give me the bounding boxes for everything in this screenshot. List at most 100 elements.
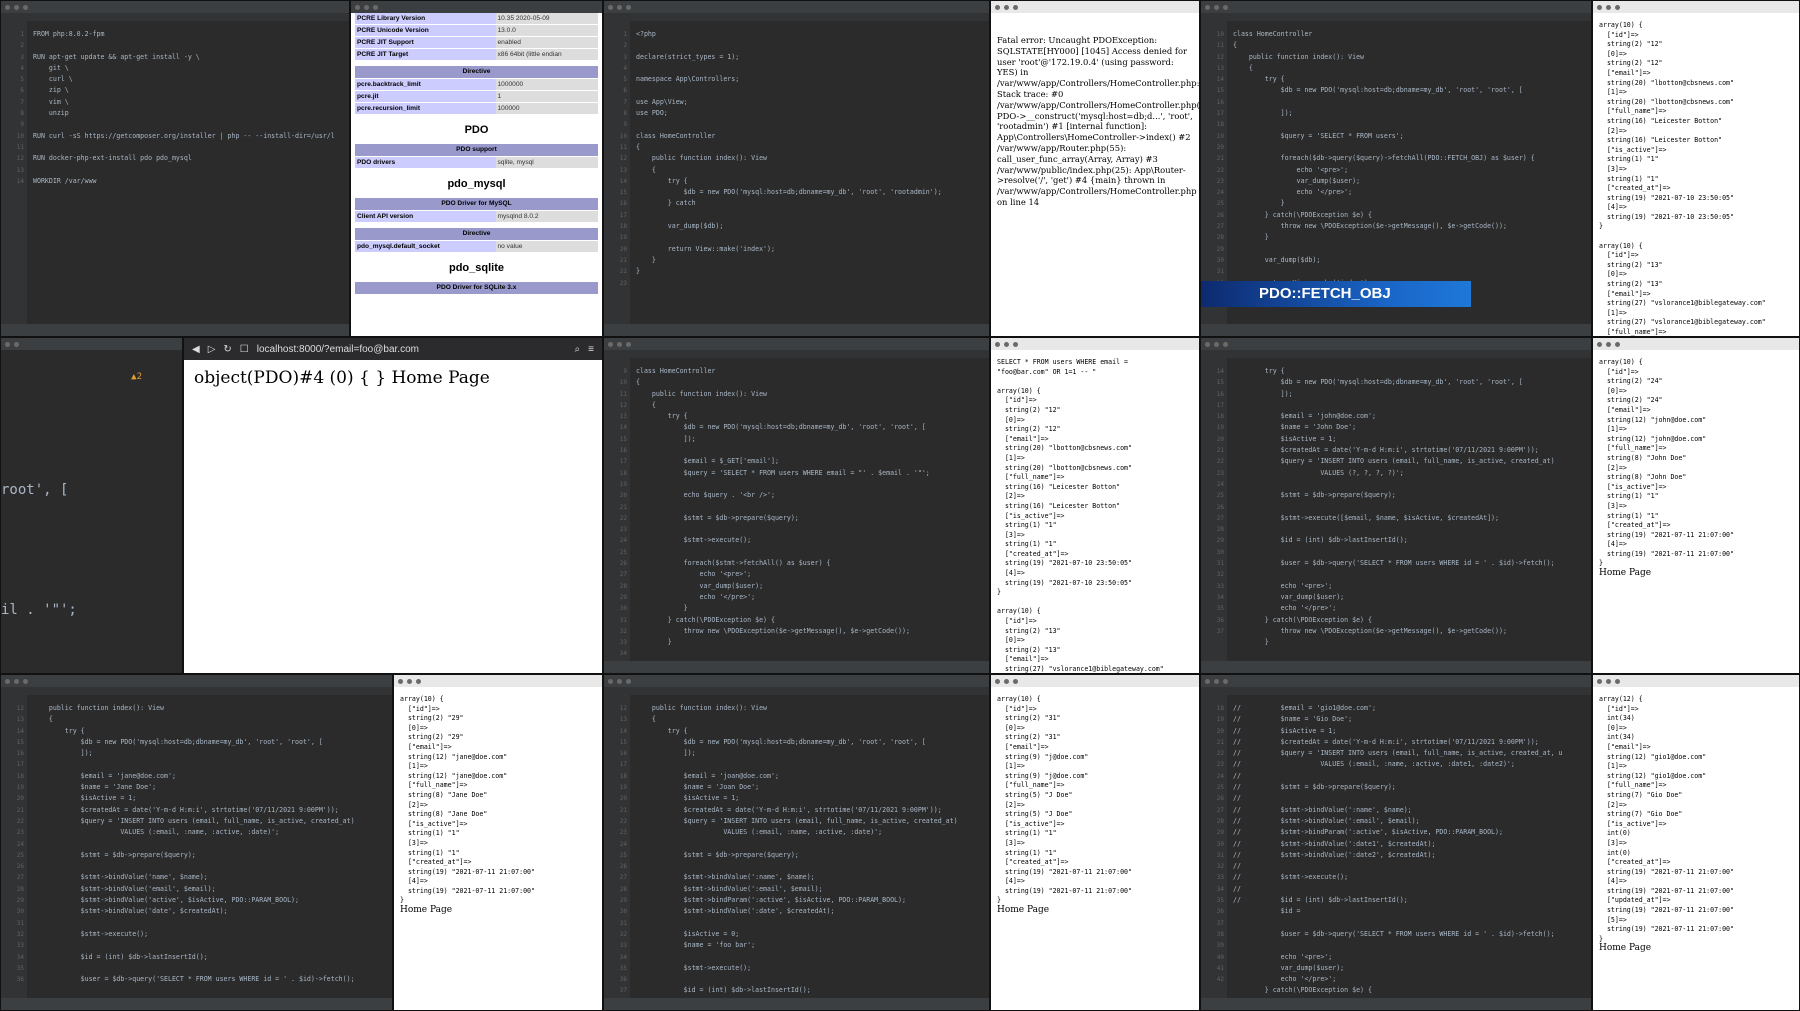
status-bar <box>604 998 989 1010</box>
editor-tabs[interactable] <box>604 13 989 21</box>
editor-tabs[interactable] <box>1 687 392 695</box>
zoomed-code: root', [ il . '"'; <box>1 482 77 618</box>
controller-editor-5: 12 13 14 15 16 17 18 19 20 21 22 23 24 2… <box>0 674 393 1011</box>
info-row: Client API version mysqlnd 8.0.2 <box>355 211 598 222</box>
ide-titlebar <box>604 675 989 687</box>
ide-titlebar <box>1 338 182 350</box>
search-icon[interactable]: ⌕ <box>575 344 581 355</box>
code-area[interactable]: try { $db = new PDO('mysql:host=db;dbnam… <box>1227 358 1591 661</box>
status-bar <box>1201 324 1591 336</box>
status-bar <box>604 661 989 673</box>
ide-titlebar <box>1 675 392 687</box>
line-gutter: 14 15 16 17 18 19 20 21 22 23 24 25 26 2… <box>1201 358 1227 661</box>
controller-editor-1: 1 2 3 4 5 6 7 8 9 10 11 12 13 14 15 16 1… <box>603 0 990 337</box>
line-gutter: 1 2 3 4 5 6 7 8 9 10 11 12 13 14 <box>1 21 27 324</box>
pdo-mysql-driver-header: PDO Driver for MySQL <box>355 198 598 210</box>
dump-browser-4: array(10) { ["id"]=> string(2) "29" [0]=… <box>393 674 603 1011</box>
status-bar <box>1201 998 1591 1010</box>
pdo-sqlite-driver-header: PDO Driver for SQLite 3.x <box>355 282 598 294</box>
line-gutter: 12 13 14 15 16 17 18 19 20 21 22 23 24 2… <box>1 695 27 998</box>
info-row: pcre.backtrack_limit 1000000 <box>355 79 598 90</box>
phpinfo-browser: PCRE Library Version 10.35 2020-05-09 PCR… <box>350 0 603 337</box>
pdo-mysql-title: pdo_mysql <box>447 178 506 190</box>
status-bar <box>1 324 349 336</box>
ide-titlebar <box>604 338 989 350</box>
ide-titlebar <box>1201 1 1591 13</box>
info-row: PCRE Library Version 10.35 2020-05-09 <box>355 13 598 24</box>
directive-header: Directive <box>355 228 598 240</box>
code-area[interactable]: // $email = 'gio1@doe.com'; // $name = '… <box>1227 695 1591 998</box>
warning-count[interactable]: ▲2 <box>131 372 142 382</box>
browser-titlebar <box>351 1 602 13</box>
dockerfile-editor: 1 2 3 4 5 6 7 8 9 10 11 12 13 14 FROM php… <box>0 0 350 337</box>
dump-browser-1: array(10) { ["id"]=> string(2) "12" [0]=… <box>1592 0 1800 337</box>
browser-titlebar <box>1593 675 1799 687</box>
status-bar <box>604 324 989 336</box>
bookmark-icon[interactable]: ☐ <box>240 344 249 355</box>
home-page-text: Home Page <box>997 905 1050 916</box>
var-dump-output: array(10) { ["id"]=> string(2) "31" [0]=… <box>997 695 1132 916</box>
editor-tabs[interactable] <box>1201 687 1591 695</box>
home-page-text: Home Page <box>1599 943 1652 954</box>
code-area[interactable]: <?php declare(strict_types = 1); namespa… <box>630 21 989 324</box>
var-dump-output: array(12) { ["id"]=> int(34) [0]=> int(3… <box>1599 695 1734 954</box>
editor-tabs[interactable] <box>1 13 349 21</box>
info-row: PCRE JIT Target x86 64bit (little endian <box>355 49 598 60</box>
info-row: PCRE Unicode Version 13.0.0 <box>355 25 598 36</box>
controller-editor-3: 9 10 11 12 13 14 15 16 17 18 19 20 21 22… <box>603 337 990 674</box>
pdo-sqlite-title: pdo_sqlite <box>448 262 504 274</box>
dump-browser-5: array(10) { ["id"]=> string(2) "31" [0]=… <box>990 674 1200 1011</box>
status-bar <box>1 998 392 1010</box>
var-dump-output: SELECT * FROM users WHERE email = "foo@b… <box>997 358 1164 673</box>
info-row: pcre.jit 1 <box>355 91 598 102</box>
controller-editor-7: 18 19 20 21 22 23 24 25 26 27 28 29 30 3… <box>1200 674 1592 1011</box>
browser-titlebar <box>1593 338 1799 350</box>
reload-icon[interactable]: ↻ <box>223 344 231 355</box>
forward-icon[interactable]: ▷ <box>208 344 216 355</box>
var-dump-output: array(10) { ["id"]=> string(2) "24" [0]=… <box>1599 358 1734 579</box>
browser-titlebar <box>991 1 1199 13</box>
fetch-obj-banner: PDO::FETCH_OBJ <box>1201 281 1471 307</box>
back-icon[interactable]: ◀ <box>192 344 200 355</box>
line-gutter: 18 19 20 21 22 23 24 25 26 27 28 29 30 3… <box>1201 695 1227 998</box>
fatal-error-text: Fatal error: Uncaught PDOException: SQLS… <box>997 35 1200 207</box>
code-area[interactable]: public function index(): View { try { $d… <box>630 695 989 998</box>
editor-tabs[interactable] <box>604 687 989 695</box>
zoomed-editor: ▲2 root', [ il . '"'; <box>0 337 183 674</box>
address-bar[interactable]: ◀ ▷ ↻ ☐ localhost:8000/?email=foo@bar.co… <box>184 338 602 360</box>
editor-tabs[interactable] <box>1201 350 1591 358</box>
pdo-support-header: PDO support <box>355 144 598 156</box>
var-dump-output: array(10) { ["id"]=> string(2) "29" [0]=… <box>400 695 535 916</box>
code-area[interactable]: class HomeController { public function i… <box>1227 21 1591 324</box>
dump-browser-3: array(10) { ["id"]=> string(2) "24" [0]=… <box>1592 337 1800 674</box>
browser-titlebar <box>991 338 1199 350</box>
line-gutter: 9 10 11 12 13 14 15 16 17 18 19 20 21 22… <box>604 358 630 661</box>
url-field[interactable]: localhost:8000/?email=foo@bar.com <box>257 344 567 355</box>
home-page-text: Home Page <box>1599 568 1652 579</box>
line-gutter: 1 2 3 4 5 6 7 8 9 10 11 12 13 14 15 16 1… <box>604 21 630 324</box>
dump-browser-6: array(12) { ["id"]=> int(34) [0]=> int(3… <box>1592 674 1800 1011</box>
ide-titlebar <box>1 1 349 13</box>
editor-tabs[interactable] <box>1201 13 1591 21</box>
var-dump-output: array(10) { ["id"]=> string(2) "12" [0]=… <box>1599 21 1766 336</box>
browser-titlebar <box>394 675 602 687</box>
menu-icon[interactable]: ≡ <box>588 344 594 355</box>
editor-tabs[interactable] <box>604 350 989 358</box>
info-row: PDO drivers sqlite, mysql <box>355 157 598 168</box>
ide-titlebar <box>1201 338 1591 350</box>
home-page-text: Home Page <box>400 905 453 916</box>
fatal-error-browser: Fatal error: Uncaught PDOException: SQLS… <box>990 0 1200 337</box>
line-gutter: 10 11 12 13 14 15 16 17 18 19 20 21 22 2… <box>1201 21 1227 324</box>
info-row: pcre.recursion_limit 100000 <box>355 103 598 114</box>
ide-titlebar <box>604 1 989 13</box>
controller-editor-6: 12 13 14 15 16 17 18 19 20 21 22 23 24 2… <box>603 674 990 1011</box>
status-bar <box>1201 661 1591 673</box>
code-area[interactable]: FROM php:8.0.2-fpm RUN apt-get update &&… <box>27 21 349 324</box>
info-row: pdo_mysql.default_socket no value <box>355 241 598 252</box>
controller-editor-2: 10 11 12 13 14 15 16 17 18 19 20 21 22 2… <box>1200 0 1592 337</box>
code-area[interactable]: class HomeController { public function i… <box>630 358 989 669</box>
page-heading: object(PDO)#4 (0) { } Home Page <box>194 368 490 388</box>
browser-titlebar <box>991 675 1199 687</box>
dump-browser-2: SELECT * FROM users WHERE email = "foo@b… <box>990 337 1200 674</box>
code-area[interactable]: public function index(): View { try { $d… <box>27 695 392 998</box>
